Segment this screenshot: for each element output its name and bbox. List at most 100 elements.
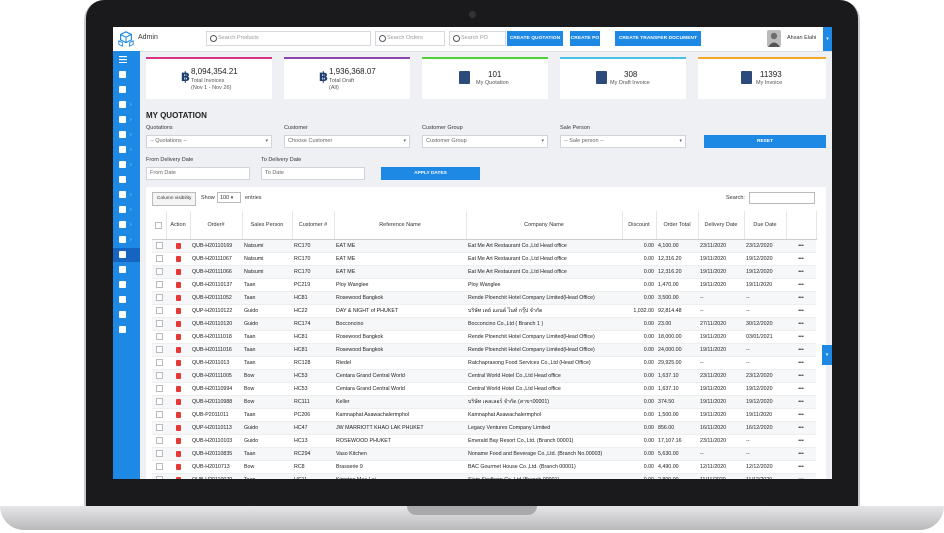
select-all-checkbox[interactable]: [155, 221, 163, 229]
order-number[interactable]: QUB-H20110137: [190, 278, 242, 292]
order-number[interactable]: QUB-H20111052: [190, 291, 242, 305]
order-number[interactable]: QUB-H20110169: [190, 239, 242, 253]
sidebar-item-quotation[interactable]: [113, 248, 140, 262]
table-row[interactable]: QUP-H20110113 Guido HC47 JW MARRIOTT KHAO L…: [152, 421, 816, 435]
row-checkbox[interactable]: [155, 476, 163, 479]
row-select-cell[interactable]: [152, 278, 166, 292]
sidebar-item-team[interactable]: [113, 173, 140, 187]
card-total-invoices[interactable]: ฿ 8,094,354.21 Total Invoices (Nov 1 - N…: [146, 57, 272, 99]
row-more-icon[interactable]: •••: [786, 369, 816, 383]
column-header-reference-name[interactable]: Reference Name: [334, 211, 467, 240]
row-more-icon[interactable]: •••: [786, 460, 816, 474]
order-number[interactable]: QUB-H20111067: [190, 252, 242, 266]
delete-icon[interactable]: [175, 242, 181, 249]
scroll-tab-chevron-down-icon[interactable]: ▾: [822, 345, 832, 365]
row-more-icon[interactable]: •••: [786, 317, 816, 331]
row-select-cell[interactable]: [152, 382, 166, 396]
row-checkbox[interactable]: [155, 450, 163, 458]
table-search-input[interactable]: [749, 192, 815, 204]
delete-icon[interactable]: [175, 411, 181, 418]
row-action-cell[interactable]: [166, 408, 190, 422]
row-action-cell[interactable]: [166, 382, 190, 396]
column-header-order[interactable]: Order#: [190, 211, 243, 240]
row-checkbox[interactable]: [155, 359, 163, 367]
sidebar-item-dashboard[interactable]: [113, 68, 140, 82]
card-my-invoice[interactable]: 11393 My Invoice: [698, 57, 826, 99]
column-header-due-date[interactable]: Due Date: [744, 211, 787, 240]
row-more-icon[interactable]: •••: [786, 278, 816, 292]
delete-icon[interactable]: [175, 476, 181, 479]
row-more-icon[interactable]: •••: [786, 408, 816, 422]
row-select-cell[interactable]: [152, 252, 166, 266]
user-menu-chevron-down-icon[interactable]: ▾: [823, 27, 832, 51]
table-row[interactable]: QUB-H2010713 Bow RC8 Brasserie 9 BAC Gourmet…: [152, 460, 816, 474]
row-checkbox[interactable]: [155, 437, 163, 445]
row-more-icon[interactable]: •••: [786, 343, 816, 357]
row-action-cell[interactable]: [166, 447, 190, 461]
column-header-action[interactable]: Action: [166, 211, 191, 240]
row-more-icon[interactable]: •••: [786, 447, 816, 461]
sidebar-item-stats[interactable]: [113, 293, 140, 307]
customer-select[interactable]: Choose Customer ▾: [284, 135, 410, 148]
create-po-button[interactable]: CREATE PO: [570, 31, 600, 46]
order-number[interactable]: QUB-H20111005: [190, 369, 242, 383]
row-checkbox[interactable]: [155, 268, 163, 276]
table-row[interactable]: QUP-H20110122 Guido HC22 DAY & NIGHT of PHU…: [152, 304, 816, 318]
row-more-icon[interactable]: •••: [786, 395, 816, 409]
table-row[interactable]: QUB-H20110120 Guido RC174 Bocconcino Bocconc…: [152, 317, 816, 331]
row-select-cell[interactable]: [152, 408, 166, 422]
row-select-cell[interactable]: [152, 447, 166, 461]
row-select-cell[interactable]: [152, 434, 166, 448]
sidebar-item-stats-2[interactable]: [113, 308, 140, 322]
search-products-input[interactable]: Search Products: [206, 31, 371, 46]
table-row[interactable]: QUB-H20111016 Taan HC81 Rosewood Bangkok Ren…: [152, 343, 816, 357]
row-more-icon[interactable]: •••: [786, 434, 816, 448]
row-checkbox[interactable]: [155, 294, 163, 302]
table-row[interactable]: QUB-H20110988 Bow RC111 Keller บริษัท เคลเลอ…: [152, 395, 816, 409]
delete-icon[interactable]: [175, 255, 181, 262]
row-checkbox[interactable]: [155, 307, 163, 315]
row-more-icon[interactable]: •••: [786, 473, 816, 479]
row-more-icon[interactable]: •••: [786, 239, 816, 253]
avatar[interactable]: [767, 30, 781, 47]
delete-icon[interactable]: [175, 372, 181, 379]
row-checkbox[interactable]: [155, 398, 163, 406]
row-more-icon[interactable]: •••: [786, 304, 816, 318]
delete-icon[interactable]: [175, 424, 181, 431]
row-select-cell[interactable]: [152, 317, 166, 331]
table-row[interactable]: QUB-H20111066 Natsumi RC170 EAT ME Eat Me Ar…: [152, 265, 816, 279]
column-header-order-total[interactable]: Order Total: [656, 211, 699, 240]
search-orders-input[interactable]: Search Orders: [375, 31, 445, 46]
sidebar-item-reports[interactable]: [113, 83, 140, 97]
row-checkbox[interactable]: [155, 411, 163, 419]
customer-group-select[interactable]: Customer Group ▾: [422, 135, 548, 148]
delete-icon[interactable]: [175, 320, 181, 327]
sidebar-item-customers[interactable]: ›: [113, 128, 140, 142]
order-number[interactable]: QUB-H2011013: [190, 356, 242, 370]
order-number[interactable]: QUB-H2010713: [190, 460, 242, 474]
row-more-icon[interactable]: •••: [786, 252, 816, 266]
row-more-icon[interactable]: •••: [786, 421, 816, 435]
select-all-header[interactable]: [152, 211, 167, 240]
row-checkbox[interactable]: [155, 385, 163, 393]
table-row[interactable]: QUB-H2011013 Taan RC128 Riedel Ratchaprasong…: [152, 356, 816, 370]
row-action-cell[interactable]: [166, 317, 190, 331]
order-number[interactable]: QUB-H20110070: [190, 473, 242, 479]
quotations-select[interactable]: -- Quotations -- ▾: [146, 135, 272, 148]
table-row[interactable]: QUB-H20111067 Natsumi RC170 EAT ME Eat Me Ar…: [152, 252, 816, 266]
order-number[interactable]: QUB-H20111018: [190, 330, 242, 344]
table-row[interactable]: QUB-H20110103 Guido HC13 ROSEWOOD PHUKET Eme…: [152, 434, 816, 448]
row-select-cell[interactable]: [152, 343, 166, 357]
table-row[interactable]: QUB-H20111052 Taan HC81 Rosewood Bangkok Ren…: [152, 291, 816, 305]
order-number[interactable]: QUP-H20110113: [190, 421, 242, 435]
create-quotation-button[interactable]: CREATE QUOTATION: [507, 31, 563, 46]
table-row[interactable]: QUB-P2011011 Taan PC206 Kamnaphat Asawachal…: [152, 408, 816, 422]
row-action-cell[interactable]: [166, 304, 190, 318]
sidebar-item-flask[interactable]: [113, 263, 140, 277]
row-action-cell[interactable]: [166, 460, 190, 474]
order-number[interactable]: QUB-P2011011: [190, 408, 242, 422]
apply-dates-button[interactable]: APPLY DATES: [381, 167, 480, 180]
delete-icon[interactable]: [175, 268, 181, 275]
row-select-cell[interactable]: [152, 421, 166, 435]
row-action-cell[interactable]: [166, 369, 190, 383]
